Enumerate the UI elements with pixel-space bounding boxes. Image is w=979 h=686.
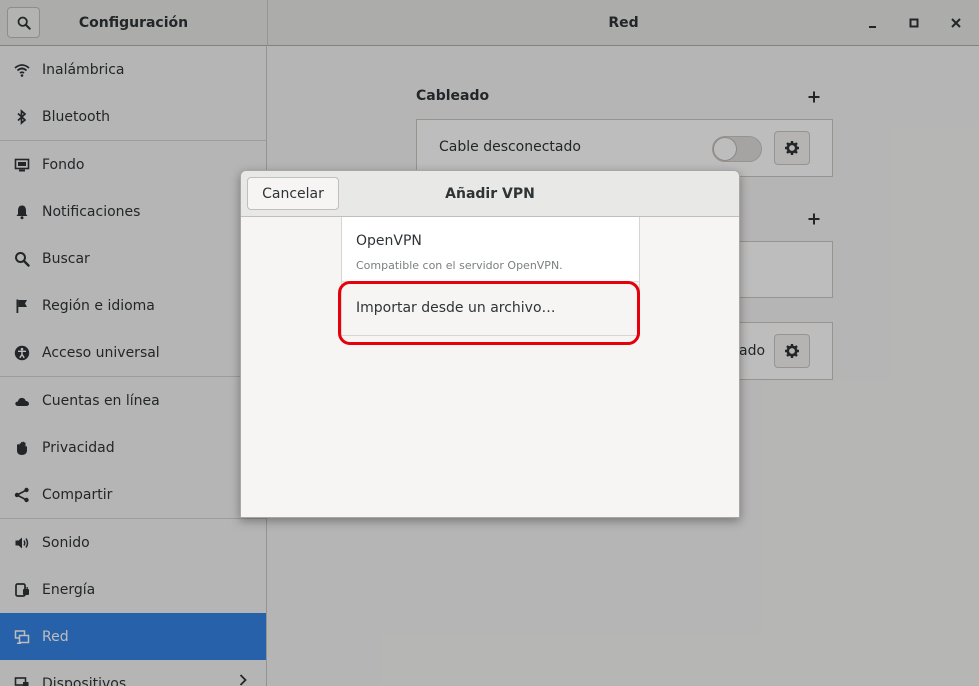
option-description: Compatible con el servidor OpenVPN.: [356, 259, 563, 272]
openvpn-option[interactable]: OpenVPN Compatible con el servidor OpenV…: [342, 217, 639, 282]
option-name: OpenVPN: [356, 233, 422, 249]
dialog-header: Añadir VPN Cancelar: [241, 171, 739, 217]
highlight-annotation: [338, 281, 640, 345]
cancel-button[interactable]: Cancelar: [247, 177, 339, 210]
